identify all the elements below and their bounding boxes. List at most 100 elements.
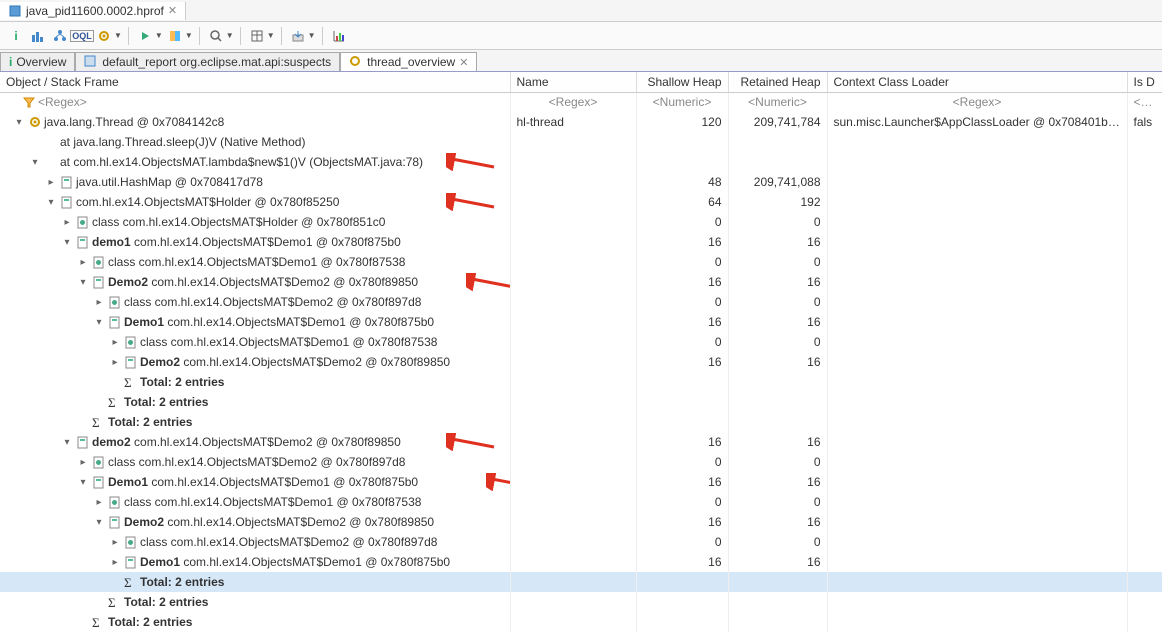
tree-twisty[interactable]: ▸ <box>108 357 122 368</box>
tree-twisty[interactable]: ▾ <box>76 277 90 288</box>
row-label: demo2 com.hl.ex14.ObjectsMAT$Demo2 @ 0x7… <box>92 435 401 449</box>
tree-twisty[interactable]: ▸ <box>92 497 106 508</box>
dropdown-icon[interactable]: ▼ <box>308 31 316 40</box>
tree-twisty[interactable]: ▾ <box>28 157 42 168</box>
filter-text[interactable]: <Re <box>1127 92 1162 112</box>
tree-twisty[interactable]: ▾ <box>92 517 106 528</box>
table-row[interactable]: ▸ class com.hl.ex14.ObjectsMAT$Demo2 @ 0… <box>0 532 1162 552</box>
tree-twisty[interactable]: ▸ <box>76 457 90 468</box>
tree-twisty[interactable]: ▾ <box>92 317 106 328</box>
cell-retained: 16 <box>728 272 827 292</box>
table-row[interactable]: at java.lang.Thread.sleep(J)V (Native Me… <box>0 132 1162 152</box>
tree-twisty[interactable]: ▸ <box>92 297 106 308</box>
col-name[interactable]: Name <box>510 72 636 92</box>
col-retained[interactable]: Retained Heap <box>728 72 827 92</box>
cell-isdaemon <box>1127 312 1162 332</box>
row-label: Total: 2 entries <box>140 375 224 389</box>
tree-button[interactable] <box>50 26 70 46</box>
cell-context <box>827 292 1127 312</box>
col-isdaemon[interactable]: Is D <box>1127 72 1162 92</box>
table-row[interactable]: ▾ Demo1 com.hl.ex14.ObjectsMAT$Demo1 @ 0… <box>0 312 1162 332</box>
tree-twisty[interactable]: ▾ <box>44 197 58 208</box>
tree-twisty[interactable]: ▸ <box>60 217 74 228</box>
table-row[interactable]: ▸ java.util.HashMap @ 0x708417d78 48 209… <box>0 172 1162 192</box>
cell-retained <box>728 132 827 152</box>
editor-tab-hprof[interactable]: java_pid11600.0002.hprof ✕ <box>0 2 186 20</box>
compare-button[interactable] <box>165 26 185 46</box>
table-row[interactable]: ▾ at com.hl.ex14.ObjectsMAT.lambda$new$1… <box>0 152 1162 172</box>
row-icon <box>76 435 90 449</box>
dropdown-icon[interactable]: ▼ <box>155 31 163 40</box>
close-tab-icon[interactable]: ✕ <box>459 56 468 69</box>
filter-text[interactable]: <Numeric> <box>728 92 827 112</box>
table-row[interactable]: ▾ com.hl.ex14.ObjectsMAT$Holder @ 0x780f… <box>0 192 1162 212</box>
table-row[interactable]: ▸ Demo2 com.hl.ex14.ObjectsMAT$Demo2 @ 0… <box>0 352 1162 372</box>
col-context[interactable]: Context Class Loader <box>827 72 1127 92</box>
filter-text[interactable]: <Numeric> <box>636 92 728 112</box>
gear-button[interactable] <box>94 26 114 46</box>
tree-twisty[interactable]: ▸ <box>76 257 90 268</box>
tree-twisty[interactable]: ▾ <box>60 437 74 448</box>
table-row[interactable]: ▸ class com.hl.ex14.ObjectsMAT$Demo1 @ 0… <box>0 492 1162 512</box>
tree-twisty[interactable]: ▸ <box>108 557 122 568</box>
cell-retained <box>728 152 827 172</box>
cell-context <box>827 412 1127 432</box>
filter-text[interactable]: <Regex> <box>38 95 87 109</box>
row-icon <box>108 495 122 509</box>
table-row[interactable]: ▸ class com.hl.ex14.ObjectsMAT$Demo1 @ 0… <box>0 252 1162 272</box>
table-row[interactable]: ▾ Demo1 com.hl.ex14.ObjectsMAT$Demo1 @ 0… <box>0 472 1162 492</box>
row-icon: Σ <box>92 415 106 429</box>
filter-text[interactable]: <Regex> <box>827 92 1127 112</box>
table-row[interactable]: ▸ class com.hl.ex14.ObjectsMAT$Demo2 @ 0… <box>0 292 1162 312</box>
table-row[interactable]: ▸ class com.hl.ex14.ObjectsMAT$Holder @ … <box>0 212 1162 232</box>
dropdown-icon[interactable]: ▼ <box>226 31 234 40</box>
tab-default-report[interactable]: default_report org.eclipse.mat.api:suspe… <box>75 52 340 71</box>
table-row[interactable]: ▾ Demo2 com.hl.ex14.ObjectsMAT$Demo2 @ 0… <box>0 272 1162 292</box>
cell-shallow: 0 <box>636 332 728 352</box>
table-row[interactable]: ▾ java.lang.Thread @ 0x7084142c8 hl-thre… <box>0 112 1162 132</box>
info-button[interactable]: i <box>6 26 26 46</box>
tree-twisty[interactable]: ▸ <box>44 177 58 188</box>
tree-twisty[interactable]: ▾ <box>60 237 74 248</box>
row-label: java.lang.Thread @ 0x7084142c8 <box>44 115 224 129</box>
export-button[interactable] <box>288 26 308 46</box>
cell-context: sun.misc.Launcher$AppClassLoader @ 0x708… <box>827 112 1127 132</box>
table-row[interactable]: Σ Total: 2 entries <box>0 592 1162 612</box>
table-row[interactable]: Σ Total: 2 entries <box>0 412 1162 432</box>
filter-text[interactable]: <Regex> <box>510 92 636 112</box>
chart-button[interactable] <box>329 26 349 46</box>
dropdown-icon[interactable]: ▼ <box>114 31 122 40</box>
table-row[interactable]: ▸ class com.hl.ex14.ObjectsMAT$Demo2 @ 0… <box>0 452 1162 472</box>
oql-button[interactable]: OQL <box>72 26 92 46</box>
tab-overview[interactable]: i Overview <box>0 52 75 71</box>
tab-thread-overview[interactable]: thread_overview ✕ <box>340 52 477 71</box>
table-row[interactable]: ▸ class com.hl.ex14.ObjectsMAT$Demo1 @ 0… <box>0 332 1162 352</box>
close-tab-icon[interactable]: ✕ <box>168 4 177 17</box>
tree-twisty[interactable]: ▾ <box>12 117 26 128</box>
histogram-button[interactable] <box>28 26 48 46</box>
dropdown-icon[interactable]: ▼ <box>185 31 193 40</box>
cell-retained: 16 <box>728 432 827 452</box>
table-button[interactable] <box>247 26 267 46</box>
table-row[interactable]: Σ Total: 2 entries <box>0 392 1162 412</box>
tree-twisty[interactable]: ▸ <box>108 337 122 348</box>
tree-twisty[interactable]: ▸ <box>108 537 122 548</box>
table-row[interactable]: ▾ demo1 com.hl.ex14.ObjectsMAT$Demo1 @ 0… <box>0 232 1162 252</box>
tree-twisty[interactable]: ▾ <box>76 477 90 488</box>
row-icon <box>124 555 138 569</box>
dropdown-icon[interactable]: ▼ <box>267 31 275 40</box>
table-row[interactable]: Σ Total: 2 entries <box>0 572 1162 592</box>
cell-context <box>827 532 1127 552</box>
run-button[interactable] <box>135 26 155 46</box>
search-button[interactable] <box>206 26 226 46</box>
table-row[interactable]: ▾ Demo2 com.hl.ex14.ObjectsMAT$Demo2 @ 0… <box>0 512 1162 532</box>
table-row[interactable]: Σ Total: 2 entries <box>0 372 1162 392</box>
cell-shallow <box>636 572 728 592</box>
table-row[interactable]: ▸ Demo1 com.hl.ex14.ObjectsMAT$Demo1 @ 0… <box>0 552 1162 572</box>
col-shallow[interactable]: Shallow Heap <box>636 72 728 92</box>
table-row[interactable]: ▾ demo2 com.hl.ex14.ObjectsMAT$Demo2 @ 0… <box>0 432 1162 452</box>
hprof-file-icon <box>8 4 22 18</box>
filter-icon <box>22 95 36 109</box>
table-row[interactable]: Σ Total: 2 entries <box>0 612 1162 632</box>
col-object[interactable]: Object / Stack Frame <box>0 72 510 92</box>
